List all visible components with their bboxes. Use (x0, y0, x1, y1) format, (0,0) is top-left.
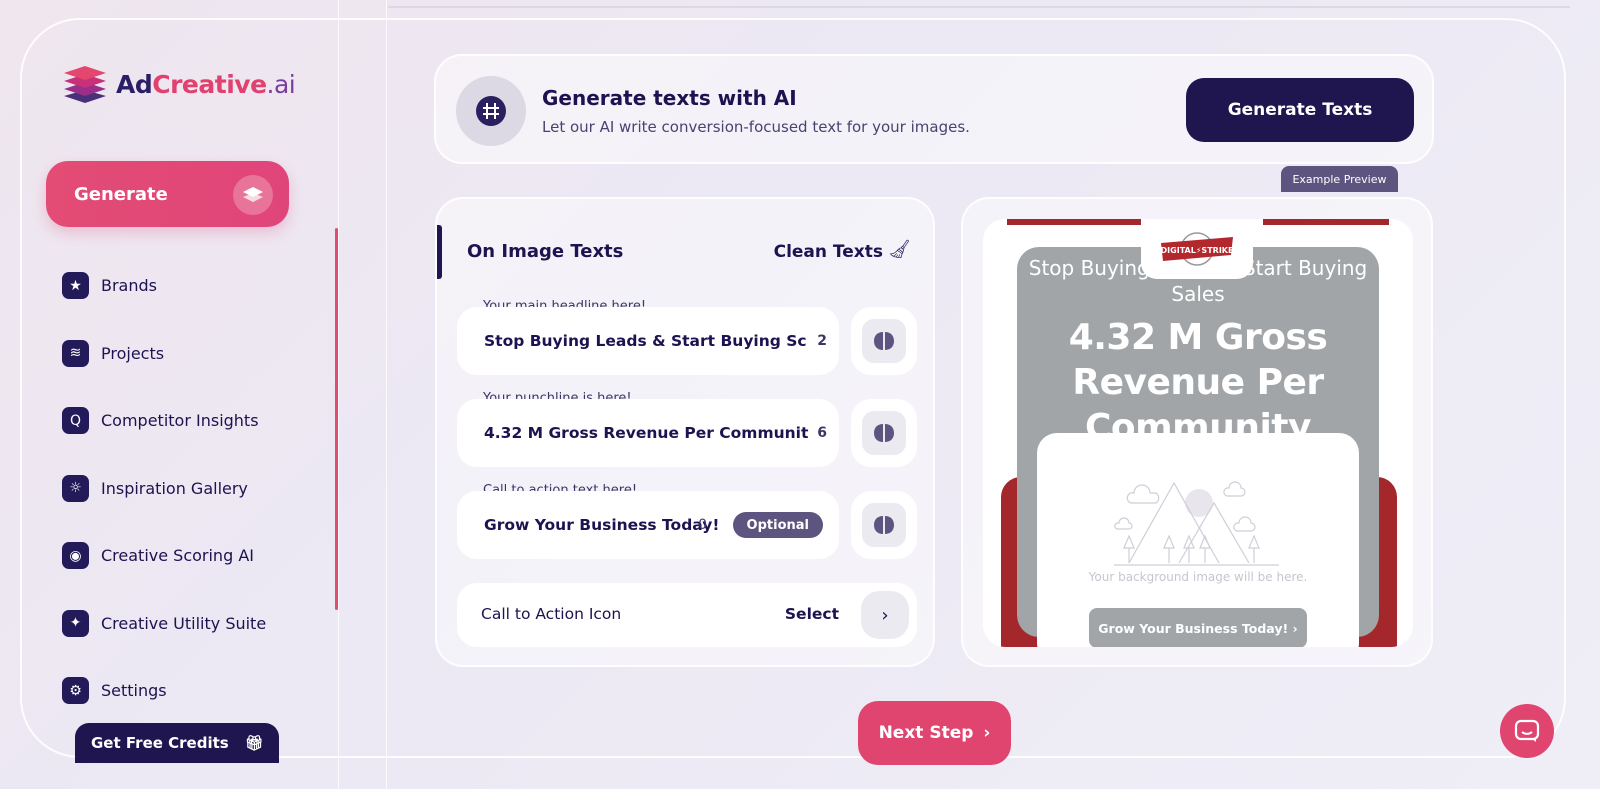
sidebar-scrollbar[interactable] (335, 228, 338, 610)
sidebar-item-settings[interactable]: ⚙ Settings (62, 677, 266, 704)
example-preview-panel: Stop Buying Leads & Start Buying Sales 4… (961, 197, 1433, 667)
logo-text: Creative (152, 69, 267, 99)
brand-logo: DIGITAL⚡STRIKE (1141, 219, 1253, 279)
broom-icon[interactable]: 🧹︎ (888, 239, 911, 260)
optional-badge: Optional (732, 512, 823, 538)
background-placeholder-text: Your background image will be here. (1088, 570, 1308, 584)
score-icon: ◉ (62, 542, 89, 569)
preview-punchline: 4.32 M Gross Revenue Per Community (1068, 317, 1328, 448)
sidebar-item-label: Creative Utility Suite (101, 613, 267, 633)
svg-text:DIGITAL⚡STRIKE: DIGITAL⚡STRIKE (1161, 246, 1234, 255)
sidebar-item-creative-utility-suite[interactable]: ✦ Creative Utility Suite (62, 609, 267, 637)
generate-button[interactable]: Generate (46, 161, 289, 227)
brand-bar (1007, 219, 1149, 225)
sidebar-item-brands[interactable]: ★ Brands (62, 272, 266, 299)
search-icon: Q (62, 407, 89, 434)
gear-icon: ⚙ (62, 677, 89, 704)
generate-texts-button[interactable]: Generate Texts (1186, 78, 1414, 142)
ad-preview: Stop Buying Leads & Start Buying Sales 4… (983, 219, 1413, 647)
chevron-right-icon[interactable]: › (861, 591, 909, 639)
punchline-input[interactable]: 4.32 M Gross Revenue Per Communit 6 (457, 399, 839, 467)
preview-cta-label: Grow Your Business Today! (1098, 620, 1289, 636)
chevron-right-icon: › (983, 723, 991, 743)
sidebar-item-label: Creative Scoring AI (101, 546, 254, 565)
punchline-count: 6 (817, 425, 827, 441)
top-divider (388, 6, 1570, 8)
magic-wand-icon: ✦ (62, 609, 89, 637)
brain-icon (862, 319, 906, 363)
on-image-texts-panel: On Image Texts Clean Texts 🧹︎ Your main … (435, 197, 935, 667)
ai-text-banner: Generate texts with AI Let our AI write … (434, 54, 1434, 164)
brain-chip-icon (456, 76, 526, 146)
background-image-placeholder: Your background image will be here. Grow… (1037, 433, 1359, 647)
ai-cta-button[interactable] (851, 491, 917, 559)
star-icon: ★ (62, 272, 89, 299)
sidebar-item-creative-scoring-ai[interactable]: ◉ Creative Scoring AI (62, 542, 266, 569)
punchline-value: 4.32 M Gross Revenue Per Communit (484, 424, 809, 442)
layers-icon: ≋ (62, 339, 89, 367)
cta-value: Grow Your Business Today! (484, 516, 720, 534)
sidebar-nav: ★ Brands ≋ Projects Q Competitor Insights ☼… (62, 272, 266, 745)
digital-strike-logo: DIGITAL⚡STRIKE (1161, 232, 1234, 266)
logo-layers-icon (64, 66, 106, 103)
lightbulb-icon: ☼ (62, 474, 89, 502)
credits-label: Get Free Credits (91, 734, 229, 752)
sidebar-item-label: Settings (101, 681, 167, 700)
brain-icon (862, 411, 906, 455)
chat-support-button[interactable] (1500, 704, 1554, 758)
headline-value: Stop Buying Leads & Start Buying Sc (484, 332, 807, 350)
get-free-credits-button[interactable]: Get Free Credits 🎁︎ (75, 723, 279, 763)
layers-icon (233, 175, 273, 215)
cta-icon-selector[interactable]: Call to Action Icon Select › (457, 583, 917, 647)
panel-title: On Image Texts (467, 241, 624, 262)
adcreative-logo[interactable]: AdCreative.ai (62, 64, 296, 104)
next-step-label: Next Step (878, 723, 974, 743)
sidebar-item-label: Brands (101, 276, 157, 295)
sidebar-item-label: Inspiration Gallery (101, 478, 248, 498)
generate-label: Generate (74, 183, 168, 205)
cta-icon-label: Call to Action Icon (481, 605, 622, 623)
chat-icon (1514, 719, 1540, 742)
cta-count: 0 (698, 517, 707, 533)
headline-count: 2 (817, 333, 827, 349)
logo-text: Ad (116, 69, 153, 99)
gift-icon: 🎁︎ (244, 734, 264, 752)
mountain-placeholder-icon (1114, 481, 1279, 566)
logo-text: .ai (266, 69, 296, 99)
sidebar-item-label: Projects (101, 343, 165, 363)
banner-title: Generate texts with AI (542, 86, 797, 110)
cta-input[interactable]: Grow Your Business Today! 0 Optional (457, 491, 839, 559)
next-step-button[interactable]: Next Step › (858, 701, 1011, 765)
sidebar-item-label: Competitor Insights (101, 411, 259, 430)
clean-texts-button[interactable]: Clean Texts (774, 242, 883, 262)
preview-cta-button: Grow Your Business Today! › (1089, 608, 1307, 647)
sidebar-item-inspiration-gallery[interactable]: ☼ Inspiration Gallery (62, 474, 266, 502)
brain-icon (862, 503, 906, 547)
example-preview-tag: Example Preview (1281, 166, 1398, 192)
brand-bar (1263, 219, 1389, 225)
headline-input[interactable]: Stop Buying Leads & Start Buying Sc 2 (457, 307, 839, 375)
ai-headline-button[interactable] (851, 307, 917, 375)
section-accent (437, 225, 442, 279)
banner-subtitle: Let our AI write conversion-focused text… (542, 118, 970, 136)
ai-punchline-button[interactable] (851, 399, 917, 467)
sidebar-item-competitor-insights[interactable]: Q Competitor Insights (62, 407, 266, 434)
sidebar-item-projects[interactable]: ≋ Projects (62, 339, 266, 367)
select-label: Select (784, 605, 839, 623)
